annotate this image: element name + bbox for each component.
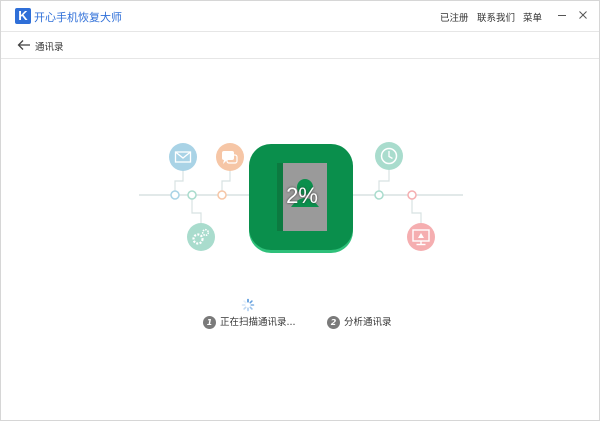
- app-window: K 开心手机恢复大师 已注册 联系我们 菜单 通讯录 2% 1 正在扫描通讯录.…: [0, 0, 600, 421]
- step-label: 正在扫描通讯录...: [220, 317, 296, 328]
- mail-icon: [169, 143, 197, 171]
- scan-progress-percent: 2%: [286, 183, 318, 208]
- monitor-icon: [407, 223, 435, 251]
- node-dot: [407, 190, 417, 200]
- step-number-badge: 1: [203, 316, 216, 329]
- node-dot: [170, 190, 180, 200]
- gear-icon: [187, 223, 215, 251]
- node-dot: [374, 190, 384, 200]
- chat-icon: [216, 143, 244, 171]
- step-number-badge: 2: [327, 316, 340, 329]
- node-dot: [217, 190, 227, 200]
- clock-icon: [375, 142, 403, 170]
- node-dot: [187, 190, 197, 200]
- loading-spinner-icon: [241, 298, 255, 312]
- step-label: 分析通讯录: [344, 317, 392, 328]
